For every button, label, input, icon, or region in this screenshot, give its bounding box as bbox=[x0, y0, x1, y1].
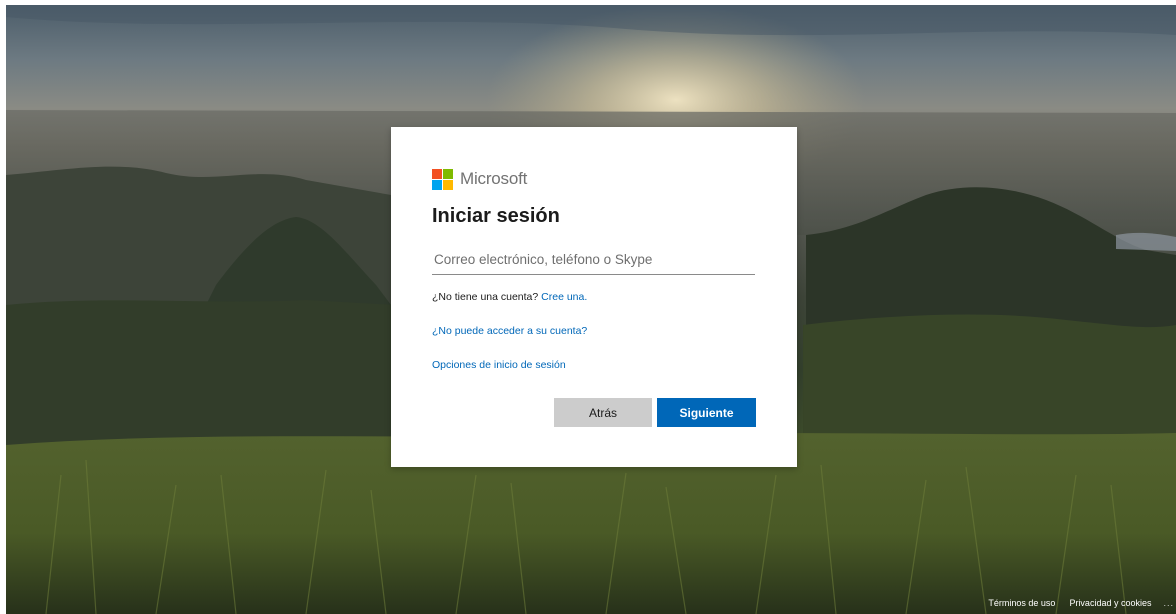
email-field[interactable] bbox=[432, 245, 755, 275]
page-title: Iniciar sesión bbox=[432, 205, 560, 227]
logo-tile-yellow bbox=[443, 179, 453, 190]
brand: Microsoft bbox=[432, 167, 527, 191]
more-options-button[interactable]: ... bbox=[1163, 598, 1174, 608]
logo-tile-green bbox=[443, 168, 453, 179]
signin-dialog: Microsoft Iniciar sesión ¿No tiene una c… bbox=[391, 127, 797, 467]
microsoft-logo-icon bbox=[432, 168, 453, 190]
footer: Términos de uso Privacidad y cookies ... bbox=[974, 598, 1176, 608]
back-button[interactable]: Atrás bbox=[554, 398, 652, 427]
privacy-cookies-link[interactable]: Privacidad y cookies bbox=[1069, 598, 1151, 608]
brand-name: Microsoft bbox=[460, 169, 528, 188]
signin-options-link[interactable]: Opciones de inicio de sesión bbox=[432, 359, 566, 371]
no-account-line: ¿No tiene una cuenta? Cree una. bbox=[432, 291, 587, 303]
cant-access-account-link[interactable]: ¿No puede acceder a su cuenta? bbox=[432, 325, 587, 337]
page: Microsoft Iniciar sesión ¿No tiene una c… bbox=[0, 0, 1176, 614]
terms-of-use-link[interactable]: Términos de uso bbox=[988, 598, 1055, 608]
logo-tile-red bbox=[432, 168, 442, 179]
no-account-text: ¿No tiene una cuenta? bbox=[432, 291, 539, 303]
create-account-link[interactable]: Cree una. bbox=[541, 291, 587, 303]
logo-tile-blue bbox=[432, 179, 442, 190]
next-button[interactable]: Siguiente bbox=[657, 398, 756, 427]
